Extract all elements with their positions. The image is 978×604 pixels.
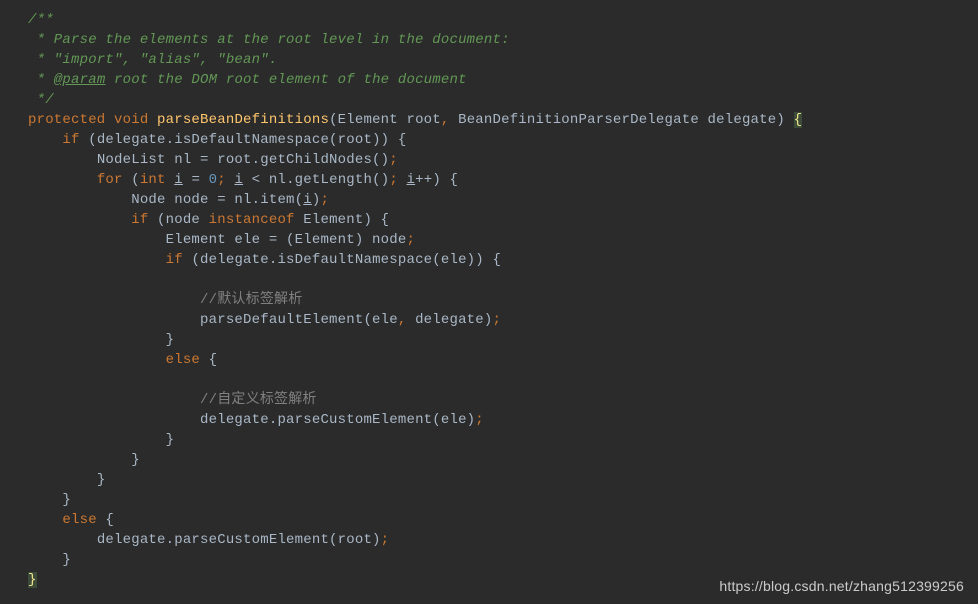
code-token: ++) { — [415, 172, 458, 188]
code-token: } — [131, 452, 140, 468]
code-token: ; — [493, 312, 502, 328]
code-token: if — [62, 132, 88, 148]
code-token: protected void — [28, 112, 157, 128]
code-token: } — [166, 332, 175, 348]
code-token: } — [62, 492, 71, 508]
code-line[interactable]: * @param root the DOM root element of th… — [28, 70, 978, 90]
code-token: delegate.parseCustomElement(root) — [97, 532, 381, 548]
code-token: int — [140, 172, 174, 188]
code-token: @param — [54, 72, 106, 88]
code-token: /** — [28, 12, 54, 28]
code-line[interactable]: Node node = nl.item(i); — [28, 190, 978, 210]
code-token: ; — [389, 152, 398, 168]
watermark-text: https://blog.csdn.net/zhang512399256 — [719, 576, 964, 596]
code-token: { — [209, 352, 218, 368]
code-token: */ — [28, 92, 54, 108]
code-token: i — [303, 192, 312, 208]
code-token: < nl.getLength() — [243, 172, 389, 188]
code-token: 0 — [209, 172, 218, 188]
code-token: { — [794, 112, 803, 128]
code-line[interactable]: * Parse the elements at the root level i… — [28, 30, 978, 50]
code-token: if — [131, 212, 157, 228]
code-line[interactable]: else { — [28, 350, 978, 370]
code-token: ; — [381, 532, 390, 548]
code-token: ( — [329, 112, 338, 128]
code-line[interactable]: } — [28, 450, 978, 470]
code-token: i — [174, 172, 183, 188]
code-token: for — [97, 172, 131, 188]
code-token: (delegate.isDefaultNamespace(ele)) { — [191, 252, 501, 268]
code-token: = — [183, 172, 209, 188]
code-line[interactable]: } — [28, 430, 978, 450]
code-line[interactable]: * "import", "alias", "bean". — [28, 50, 978, 70]
code-token: ; — [320, 192, 329, 208]
code-token: BeanDefinitionParserDelegate delegate — [458, 112, 776, 128]
code-line[interactable]: for (int i = 0; i < nl.getLength(); i++)… — [28, 170, 978, 190]
code-token: } — [28, 572, 37, 588]
code-token: ; — [475, 412, 484, 428]
code-token: (node — [157, 212, 209, 228]
code-token: } — [97, 472, 106, 488]
code-token: //默认标签解析 — [200, 292, 302, 308]
code-token: ( — [131, 172, 140, 188]
code-line[interactable]: delegate.parseCustomElement(ele); — [28, 410, 978, 430]
code-token: Node node = nl.item( — [131, 192, 303, 208]
code-line[interactable]: //自定义标签解析 — [28, 390, 978, 410]
code-line[interactable]: /** — [28, 10, 978, 30]
code-token: Element) { — [303, 212, 389, 228]
code-token: NodeList nl = root.getChildNodes() — [97, 152, 389, 168]
code-token: delegate.parseCustomElement(ele) — [200, 412, 475, 428]
code-line[interactable]: } — [28, 470, 978, 490]
code-line[interactable]: delegate.parseCustomElement(root); — [28, 530, 978, 550]
code-line[interactable]: } — [28, 550, 978, 570]
code-line[interactable]: if (delegate.isDefaultNamespace(root)) { — [28, 130, 978, 150]
code-line[interactable]: if (node instanceof Element) { — [28, 210, 978, 230]
code-token: ) — [776, 112, 793, 128]
code-token: i — [234, 172, 243, 188]
code-token: parseBeanDefinitions — [157, 112, 329, 128]
code-token: ; — [217, 172, 234, 188]
code-token: * — [28, 72, 54, 88]
code-token: root the DOM root element of the documen… — [105, 72, 466, 88]
code-line[interactable]: Element ele = (Element) node; — [28, 230, 978, 250]
code-token: delegate) — [415, 312, 492, 328]
code-token: * "import", "alias", "bean". — [28, 52, 277, 68]
code-token: parseDefaultElement(ele — [200, 312, 398, 328]
code-token: ; — [406, 232, 415, 248]
code-token: (delegate.isDefaultNamespace(root)) { — [88, 132, 406, 148]
code-token: } — [166, 432, 175, 448]
code-line[interactable]: else { — [28, 510, 978, 530]
code-editor[interactable]: /** * Parse the elements at the root lev… — [0, 0, 978, 600]
code-token: * Parse the elements at the root level i… — [28, 32, 510, 48]
code-line[interactable]: //默认标签解析 — [28, 290, 978, 310]
code-line[interactable]: if (delegate.isDefaultNamespace(ele)) { — [28, 250, 978, 270]
code-token: Element root — [338, 112, 441, 128]
code-line[interactable]: parseDefaultElement(ele, delegate); — [28, 310, 978, 330]
code-token: } — [62, 552, 71, 568]
code-line[interactable]: */ — [28, 90, 978, 110]
code-line[interactable]: protected void parseBeanDefinitions(Elem… — [28, 110, 978, 130]
code-line[interactable] — [28, 270, 978, 290]
code-token: ; — [389, 172, 406, 188]
code-token: , — [398, 312, 415, 328]
code-token: i — [407, 172, 416, 188]
code-token: , — [441, 112, 458, 128]
code-token: else — [166, 352, 209, 368]
code-token: { — [105, 512, 114, 528]
code-token: if — [166, 252, 192, 268]
code-line[interactable]: } — [28, 490, 978, 510]
code-line[interactable]: } — [28, 330, 978, 350]
code-token: //自定义标签解析 — [200, 392, 317, 408]
code-token: else — [62, 512, 105, 528]
code-line[interactable] — [28, 370, 978, 390]
code-line[interactable]: NodeList nl = root.getChildNodes(); — [28, 150, 978, 170]
code-token: instanceof — [209, 212, 304, 228]
code-token: Element ele = (Element) node — [166, 232, 407, 248]
